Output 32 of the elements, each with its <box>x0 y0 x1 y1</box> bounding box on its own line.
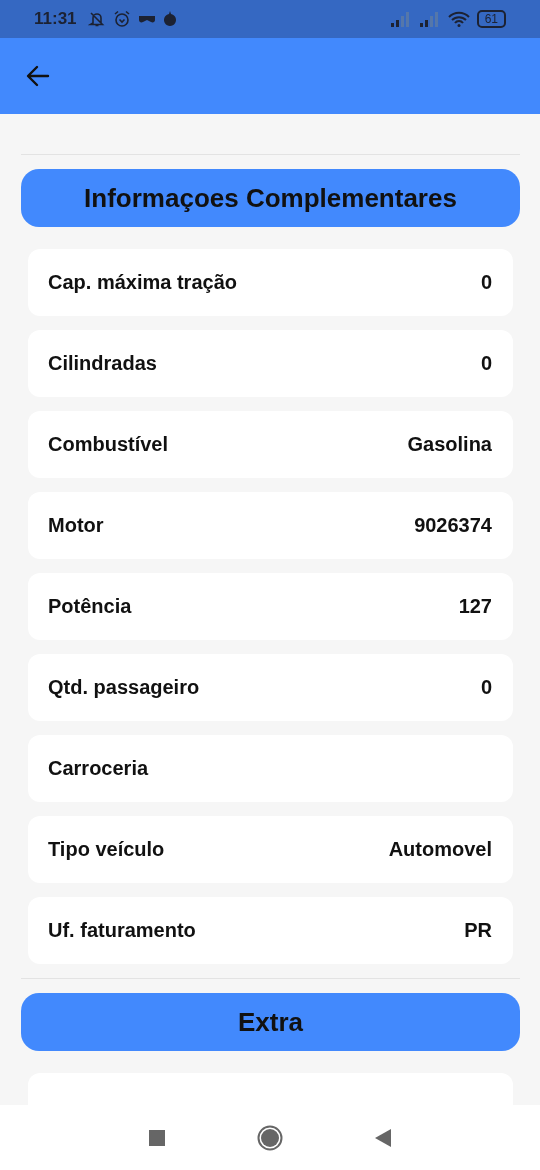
field-value: Automovel <box>388 838 492 861</box>
wifi-icon <box>447 11 470 27</box>
field-value: PR <box>464 919 492 942</box>
alarm-icon <box>112 10 131 28</box>
back-arrow-icon[interactable] <box>26 65 50 87</box>
mask-icon <box>137 14 156 24</box>
field-value: 0 <box>480 352 492 375</box>
field-label: Cilindradas <box>48 352 157 375</box>
field-label: Qtd. passageiro <box>48 676 200 699</box>
field-label: Potência <box>48 595 132 618</box>
home-icon[interactable] <box>257 1124 283 1151</box>
recents-icon[interactable] <box>149 1129 165 1146</box>
field-label: Combustível <box>48 433 169 456</box>
field-value: 0 <box>480 676 492 699</box>
section-header-button[interactable]: Extra <box>21 993 520 1051</box>
field-value: 9026374 <box>414 514 492 537</box>
field-label: Uf. faturamento <box>48 919 196 942</box>
battery-icon: 61 <box>476 10 506 28</box>
signal-icon <box>389 11 412 27</box>
field-value: Gasolina <box>407 433 492 456</box>
field-label: Carroceria <box>48 757 149 780</box>
section-header-button[interactable]: Informaçoes Complementares <box>21 169 520 227</box>
drop-icon <box>162 10 177 28</box>
field-label: Cap. máxima tração <box>48 271 237 294</box>
field-label: Tipo veículo <box>48 838 165 861</box>
signal-icon <box>418 11 441 27</box>
field-label: Motor <box>48 514 104 537</box>
bell-off-icon <box>87 10 106 28</box>
status-time: 11:31 <box>34 9 77 29</box>
field-value: 0 <box>480 271 492 294</box>
field-value: 127 <box>458 595 492 618</box>
back-icon[interactable] <box>375 1128 391 1147</box>
